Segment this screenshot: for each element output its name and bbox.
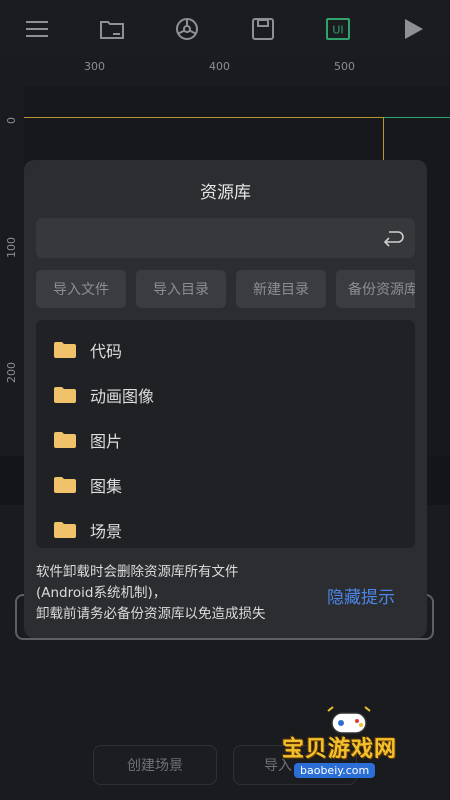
folder-icon xyxy=(54,522,76,538)
hide-tip-link[interactable]: 隐藏提示 xyxy=(327,583,395,608)
menu-icon[interactable] xyxy=(14,6,60,52)
folder-name: 图片 xyxy=(90,432,123,451)
watermark-title: 宝贝游戏网 xyxy=(282,737,398,762)
folder-name: 场景 xyxy=(90,522,123,541)
ruler-left: 0 100 200 xyxy=(0,86,24,456)
scene-boundary-line xyxy=(24,117,384,118)
create-scene-button[interactable]: 创建场景 xyxy=(93,745,217,785)
folder-icon xyxy=(54,432,76,448)
folder-item-scenes[interactable]: 场景 xyxy=(36,510,415,548)
back-icon[interactable] xyxy=(379,224,407,252)
warning-line: (Android系统机制)， xyxy=(36,585,167,601)
folder-name: 代码 xyxy=(90,342,123,361)
folder-icon xyxy=(54,477,76,493)
ui-mode-button[interactable]: UI xyxy=(315,6,361,52)
folder-icon[interactable] xyxy=(89,6,135,52)
path-bar xyxy=(36,218,415,258)
folder-item-atlas[interactable]: 图集 xyxy=(36,465,415,505)
folder-item-animation[interactable]: 动画图像 xyxy=(36,375,415,415)
watermark-url: baobeiy.com xyxy=(294,763,376,778)
ruler-tick: 0 xyxy=(5,117,18,124)
file-list: 代码 动画图像 图片 图集 场景 xyxy=(36,320,415,548)
folder-icon xyxy=(54,387,76,403)
scene-boundary-line xyxy=(383,117,384,162)
folder-name: 图集 xyxy=(90,477,123,496)
ruler-tick: 100 xyxy=(5,237,18,258)
ui-icon-label: UI xyxy=(332,24,343,37)
warning-line: 软件卸载时会删除资源库所有文件 xyxy=(36,564,239,580)
ruler-tick: 400 xyxy=(209,60,230,73)
axis-line xyxy=(384,117,450,118)
folder-item-code[interactable]: 代码 xyxy=(36,330,415,370)
resource-library-dialog: 资源库 导入文件 导入目录 新建目录 备份资源库 代码 动画图像 图片 图集 场… xyxy=(24,160,427,638)
folder-name: 动画图像 xyxy=(90,387,155,406)
settings-wheel-icon[interactable] xyxy=(164,6,210,52)
dialog-title: 资源库 xyxy=(200,183,251,203)
uninstall-warning: 软件卸载时会删除资源库所有文件 (Android系统机制)， 卸载前请务必备份资… xyxy=(36,562,316,625)
watermark-logo: 宝贝游戏网 baobeiy.com xyxy=(276,705,446,795)
new-directory-button[interactable]: 新建目录 xyxy=(236,270,326,308)
play-icon[interactable] xyxy=(390,6,436,52)
backup-library-button[interactable]: 备份资源库 xyxy=(336,270,415,308)
import-file-button[interactable]: 导入文件 xyxy=(36,270,126,308)
save-icon[interactable] xyxy=(240,6,286,52)
folder-item-images[interactable]: 图片 xyxy=(36,420,415,460)
ruler-tick: 500 xyxy=(334,60,355,73)
ruler-tick: 200 xyxy=(5,362,18,383)
top-toolbar: UI xyxy=(0,0,450,58)
action-row: 导入文件 导入目录 新建目录 备份资源库 xyxy=(36,270,415,308)
ruler-top: 300 400 500 xyxy=(0,58,450,86)
folder-icon xyxy=(54,342,76,358)
ruler-tick: 300 xyxy=(84,60,105,73)
import-directory-button[interactable]: 导入目录 xyxy=(136,270,226,308)
warning-line: 卸载前请务必备份资源库以免造成损失 xyxy=(36,606,266,622)
